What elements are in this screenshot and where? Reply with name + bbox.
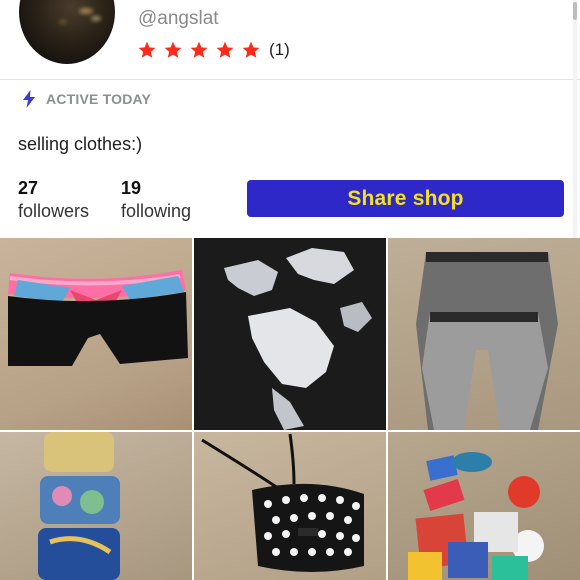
listing-world-map-leggings[interactable] (194, 238, 386, 430)
star-icon (138, 41, 156, 58)
scrollbar-thumb[interactable] (573, 2, 577, 20)
listing-gray-herringbone-leggings[interactable] (388, 238, 580, 430)
scrollbar-track[interactable] (573, 0, 577, 240)
followers-stat[interactable]: 27 followers (18, 178, 89, 222)
followers-count: 27 (18, 178, 39, 198)
phone-cases-image (38, 432, 120, 580)
star-icon (190, 41, 208, 58)
lightning-icon (23, 90, 35, 108)
shorts-image (8, 270, 188, 366)
rating[interactable]: (1) (137, 40, 290, 60)
camera-bag-image (201, 433, 364, 572)
sticker-pack-image (408, 452, 544, 580)
username: @angslat (138, 8, 219, 29)
star-icon (242, 41, 260, 58)
share-shop-button[interactable]: Share shop (247, 180, 564, 217)
following-count: 19 (121, 178, 142, 198)
shop-bio: selling clothes:) (18, 134, 143, 154)
map-leggings-image (194, 238, 386, 430)
divider (0, 79, 580, 80)
star-icon (164, 41, 182, 58)
listing-black-shorts-pink-waistband[interactable] (0, 238, 192, 430)
listing-polka-dot-camera-bag[interactable] (194, 432, 386, 580)
star-icon (216, 41, 234, 58)
following-label: following (121, 201, 192, 221)
listing-sticker-pack[interactable] (388, 432, 580, 580)
followers-label: followers (18, 201, 90, 221)
following-stat[interactable]: 19 following (121, 178, 191, 222)
gray-leggings-image (416, 252, 558, 430)
avatar[interactable] (19, 0, 115, 64)
listing-phone-cases[interactable] (0, 432, 192, 580)
active-status-label: ACTIVE TODAY (46, 91, 152, 107)
active-status: ACTIVE TODAY (22, 90, 151, 108)
rating-count: (1) (269, 40, 290, 59)
